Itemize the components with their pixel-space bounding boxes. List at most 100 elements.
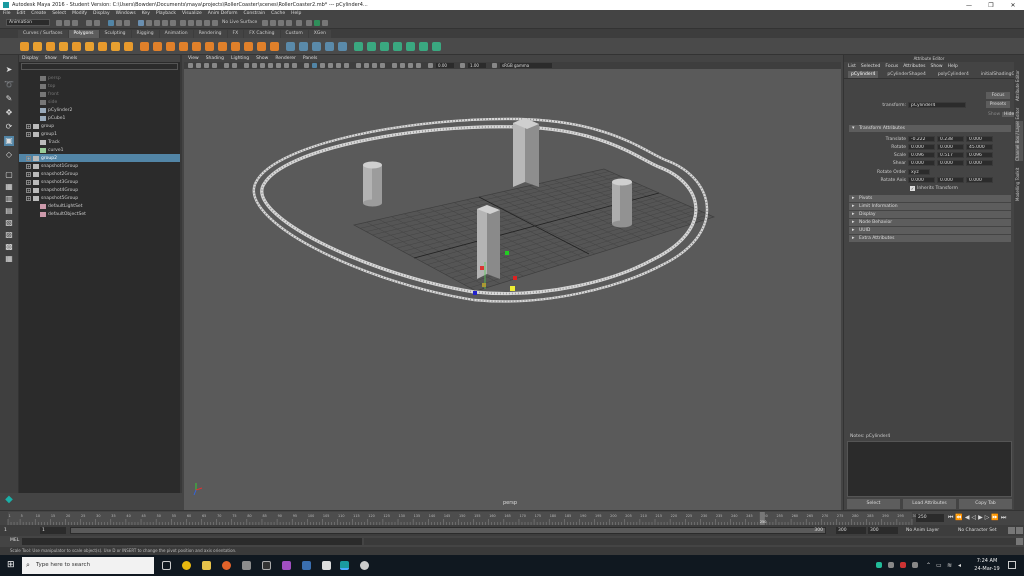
chrome-icon[interactable] — [182, 561, 191, 570]
outliner-item[interactable]: + snapshot2Group — [19, 170, 180, 178]
preferences-icon[interactable] — [1016, 527, 1023, 534]
render-settings-icon[interactable] — [278, 20, 284, 26]
notes-textarea[interactable] — [847, 441, 1012, 497]
outliner-item[interactable]: persp — [19, 74, 180, 82]
poly-cube-icon[interactable] — [33, 42, 42, 51]
lasso-tool-icon[interactable]: ➰ — [4, 80, 14, 90]
exposure-field[interactable]: 0.00 — [436, 63, 454, 68]
section-limit-information[interactable]: Limit Information — [849, 203, 1011, 210]
shear-x-field[interactable]: 0.000 — [908, 160, 935, 166]
ae-menu-show[interactable]: Show — [930, 64, 942, 69]
bridge-icon[interactable] — [286, 42, 295, 51]
smooth-icon[interactable] — [166, 42, 175, 51]
step-forward-key-icon[interactable]: ⏩ — [991, 514, 1000, 521]
gate-mask-icon[interactable] — [268, 63, 273, 68]
settings-icon[interactable] — [360, 561, 369, 570]
step-back-key-icon[interactable]: ⏪ — [955, 514, 964, 521]
workspace-icon[interactable] — [314, 20, 320, 26]
outliner-menu-panels[interactable]: Panels — [63, 56, 77, 61]
backface-culling-icon[interactable] — [416, 63, 421, 68]
mirror-icon[interactable] — [192, 42, 201, 51]
ae-menu-list[interactable]: List — [848, 64, 856, 69]
menu-select[interactable]: Select — [52, 11, 66, 16]
maya-taskbar-icon[interactable] — [340, 561, 349, 570]
render-current-frame-icon[interactable] — [262, 20, 268, 26]
transform-name-field[interactable]: pCylinder4 — [908, 102, 966, 108]
playback-start-field[interactable]: 1 — [40, 527, 66, 534]
extrude-icon[interactable] — [299, 42, 308, 51]
section-pivots[interactable]: Pivots — [849, 195, 1011, 202]
resolution-gate-icon[interactable] — [260, 63, 265, 68]
use-all-lights-icon[interactable] — [336, 63, 341, 68]
word-icon[interactable] — [302, 561, 311, 570]
textured-icon[interactable] — [328, 63, 333, 68]
combine-icon[interactable] — [140, 42, 149, 51]
character-set-dropdown[interactable]: No Character Set — [958, 527, 1004, 534]
ubuntu-icon[interactable] — [222, 561, 231, 570]
append-icon[interactable] — [325, 42, 334, 51]
retopo-icon[interactable] — [231, 42, 240, 51]
screen-space-ao-icon[interactable] — [356, 63, 361, 68]
uv-unfold-icon[interactable] — [419, 42, 428, 51]
snap-curve-icon[interactable] — [146, 20, 152, 26]
shear-z-field[interactable]: 0.000 — [966, 160, 993, 166]
node-tab-transform[interactable]: pCylinder4 — [848, 70, 879, 78]
view-transform-dropdown[interactable]: sRGB gamma — [500, 63, 552, 68]
outliner-item[interactable]: pCube1 — [19, 114, 180, 122]
outliner-item[interactable]: side — [19, 98, 180, 106]
shear-y-field[interactable]: 0.000 — [937, 160, 964, 166]
outliner-item[interactable]: + group2 — [19, 154, 180, 162]
save-scene-icon[interactable] — [72, 20, 78, 26]
outliner-search-input[interactable] — [21, 63, 178, 70]
step-back-icon[interactable]: ◀ — [965, 514, 972, 521]
paint-select-tool-icon[interactable]: ✎ — [4, 94, 14, 104]
outliner-layout-icon[interactable]: ▨ — [4, 230, 14, 240]
gamma-field[interactable]: 1.00 — [468, 63, 486, 68]
go-to-end-icon[interactable]: ⏭ — [1001, 514, 1008, 521]
outliner-item[interactable]: + group1 — [19, 130, 180, 138]
copy-tab-button[interactable]: Copy Tab — [959, 499, 1012, 509]
poly-pyramid-icon[interactable] — [111, 42, 120, 51]
calculator-icon[interactable] — [322, 561, 331, 570]
poly-torus-icon[interactable] — [85, 42, 94, 51]
poly-pipe-icon[interactable] — [124, 42, 133, 51]
section-display[interactable]: Display — [849, 211, 1011, 218]
menu-display[interactable]: Display — [93, 11, 110, 16]
outliner-item[interactable]: defaultLightSet — [19, 202, 180, 210]
anti-aliasing-icon[interactable] — [372, 63, 377, 68]
multi-cut-icon[interactable] — [338, 42, 347, 51]
menu-constrain[interactable]: Constrain — [244, 11, 266, 16]
gamma-icon[interactable] — [460, 63, 465, 68]
outliner-item[interactable]: + snapshot4Group — [19, 186, 180, 194]
outliner-menu-display[interactable]: Display — [22, 56, 39, 61]
poly-cylinder-icon[interactable] — [46, 42, 55, 51]
poly-plane-icon[interactable] — [72, 42, 81, 51]
uv-auto-icon[interactable] — [393, 42, 402, 51]
shelf-tab-polygons[interactable]: Polygons — [68, 30, 99, 38]
section-node-behavior[interactable]: Node Behavior — [849, 219, 1011, 226]
battery-icon[interactable]: ▭ — [936, 562, 942, 569]
uv-layout-icon[interactable] — [432, 42, 441, 51]
safe-title-icon[interactable] — [292, 63, 297, 68]
command-input[interactable] — [22, 538, 362, 545]
select-tool-icon[interactable]: ➤ — [4, 65, 14, 75]
uv-cylindrical-icon[interactable] — [367, 42, 376, 51]
select-by-object-icon[interactable] — [116, 20, 122, 26]
animation-end-field[interactable]: 300 — [868, 527, 898, 534]
menu-key[interactable]: Key — [142, 11, 150, 16]
translate-x-field[interactable]: -0.222 — [908, 136, 935, 142]
load-attributes-button[interactable]: Load Attributes — [903, 499, 956, 509]
outliner-item[interactable]: + snapshot5Group — [19, 194, 180, 202]
script-language-toggle[interactable]: MEL — [10, 538, 19, 543]
bevel-icon[interactable] — [312, 42, 321, 51]
file-explorer-icon[interactable] — [202, 561, 211, 570]
menu-help[interactable]: Help — [291, 11, 301, 16]
hypershade-icon[interactable] — [286, 20, 292, 26]
anim-layer-dropdown[interactable]: No Anim Layer — [906, 527, 950, 534]
rotate-axis-y-field[interactable]: 0.000 — [937, 177, 964, 183]
shelf-tab-fx-caching[interactable]: FX Caching — [244, 30, 280, 38]
scale-tool-icon[interactable]: ▣ — [4, 136, 14, 146]
shelf-tab-sculpting[interactable]: Sculpting — [99, 30, 131, 38]
uv-planar-icon[interactable] — [354, 42, 363, 51]
viewport-menu-shading[interactable]: Shading — [206, 56, 224, 61]
